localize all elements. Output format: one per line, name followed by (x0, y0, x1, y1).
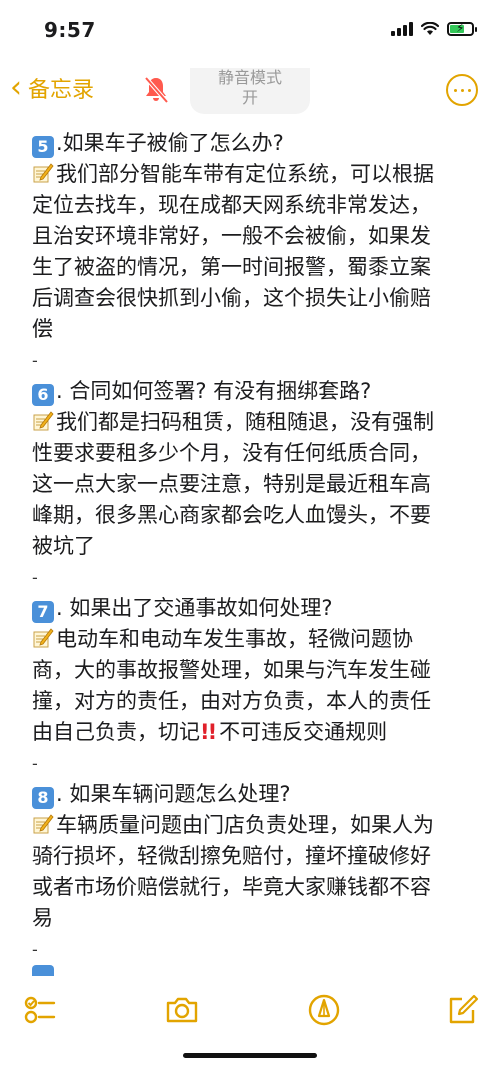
answer-line: 撞，对方的责任，由对方负责，本人的责任 (32, 689, 431, 713)
keycap-number-icon: 7 (32, 601, 54, 623)
status-icons: ⚡ (391, 21, 477, 36)
more-options-button[interactable] (446, 74, 478, 106)
question-text: .如果车子被偷了怎么办? (56, 131, 284, 155)
keycap-number-icon: 5 (32, 136, 54, 158)
answer-line: 车辆质量问题由门店负责处理，如果人为 (32, 810, 472, 841)
keycap-number-icon: 6 (32, 384, 54, 406)
compose-icon[interactable] (444, 992, 480, 1028)
answer-line: 峰期，很多黑心商家都会吃人血馒头，不要 (32, 503, 431, 527)
nav-bar: ‹ 备忘录 静音模式 开 (0, 60, 500, 120)
question-text: . 如果出了交通事故如何处理? (56, 596, 333, 620)
separator: - (32, 568, 38, 587)
answer-line: 由自己负责，切记!! 不可违反交通规则 (32, 720, 388, 744)
silent-mode-state: 开 (241, 88, 258, 107)
back-label: 备忘录 (28, 78, 95, 103)
answer-line: 定位去找车，现在成都天网系统非常发达， (32, 193, 431, 217)
battery-icon: ⚡ (447, 21, 477, 36)
markup-icon[interactable] (306, 992, 342, 1028)
camera-icon[interactable] (164, 992, 200, 1028)
home-indicator[interactable] (183, 1053, 317, 1058)
signal-icon (391, 22, 413, 36)
charging-bolt-icon: ⚡ (456, 21, 465, 35)
question-6: 6. 合同如何签署? 有没有捆绑套路? (32, 376, 472, 407)
status-time: 9:57 (44, 18, 96, 42)
memo-icon (33, 163, 54, 183)
separator: - (32, 351, 38, 370)
silent-mode-banner: 静音模式 开 (190, 68, 310, 114)
answer-line: 性要求要租多少个月，没有任何纸质合同， (32, 441, 431, 465)
answer-line: 生了被盗的情况，第一时间报警，蜀黍立案 (32, 255, 431, 279)
answer-line: 这一点大家一点要注意，特别是最近租车高 (32, 472, 431, 496)
answer-line: 后调查会很快抓到小偷，这个损失让小偷赔 (32, 286, 431, 310)
question-5: 5 .如果车子被偷了怎么办? (32, 128, 472, 159)
status-bar: 9:57 ⚡ (0, 0, 500, 60)
question-text: . 合同如何签署? 有没有捆绑套路? (56, 379, 372, 403)
note-body[interactable]: 5 .如果车子被偷了怎么办? 我们部分智能车带有定位系统，可以根据 定位去找车，现… (32, 128, 472, 983)
answer-line: 被坑了 (32, 534, 95, 558)
double-exclamation-icon: !! (200, 720, 217, 744)
answer-line: 易 (32, 906, 53, 930)
answer-line: 我们部分智能车带有定位系统，可以根据 (32, 159, 472, 190)
separator: - (32, 754, 38, 773)
silent-mode-title: 静音模式 (217, 68, 282, 87)
answer-line: 偿 (32, 317, 53, 341)
separator: - (32, 940, 38, 959)
back-button[interactable]: ‹ 备忘录 (10, 72, 94, 104)
chevron-left-icon: ‹ (10, 70, 22, 105)
answer-line: 骑行损坏，轻微刮擦免赔付，撞坏撞破修好 (32, 844, 431, 868)
checklist-icon[interactable] (22, 992, 58, 1028)
answer-line: 且治安环境非常好，一般不会被偷，如果发 (32, 224, 431, 248)
keycap-number-icon: 8 (32, 787, 54, 809)
answer-line: 商，大的事故报警处理，如果与汽车发生碰 (32, 658, 431, 682)
memo-icon (33, 628, 54, 648)
answer-line: 或者市场价赔偿就行，毕竟大家赚钱都不容 (32, 875, 431, 899)
question-text: . 如果车辆问题怎么处理? (56, 782, 291, 806)
answer-line: 电动车和电动车发生事故，轻微问题协 (32, 624, 472, 655)
bell-slash-icon[interactable] (140, 74, 172, 106)
memo-icon (33, 411, 54, 431)
wifi-icon (421, 22, 439, 35)
question-8: 8. 如果车辆问题怎么处理? (32, 779, 472, 810)
bottom-toolbar (0, 976, 500, 1068)
question-7: 7. 如果出了交通事故如何处理? (32, 593, 472, 624)
answer-line: 我们都是扫码租赁，随租随退，没有强制 (32, 407, 472, 438)
memo-icon (33, 814, 54, 834)
